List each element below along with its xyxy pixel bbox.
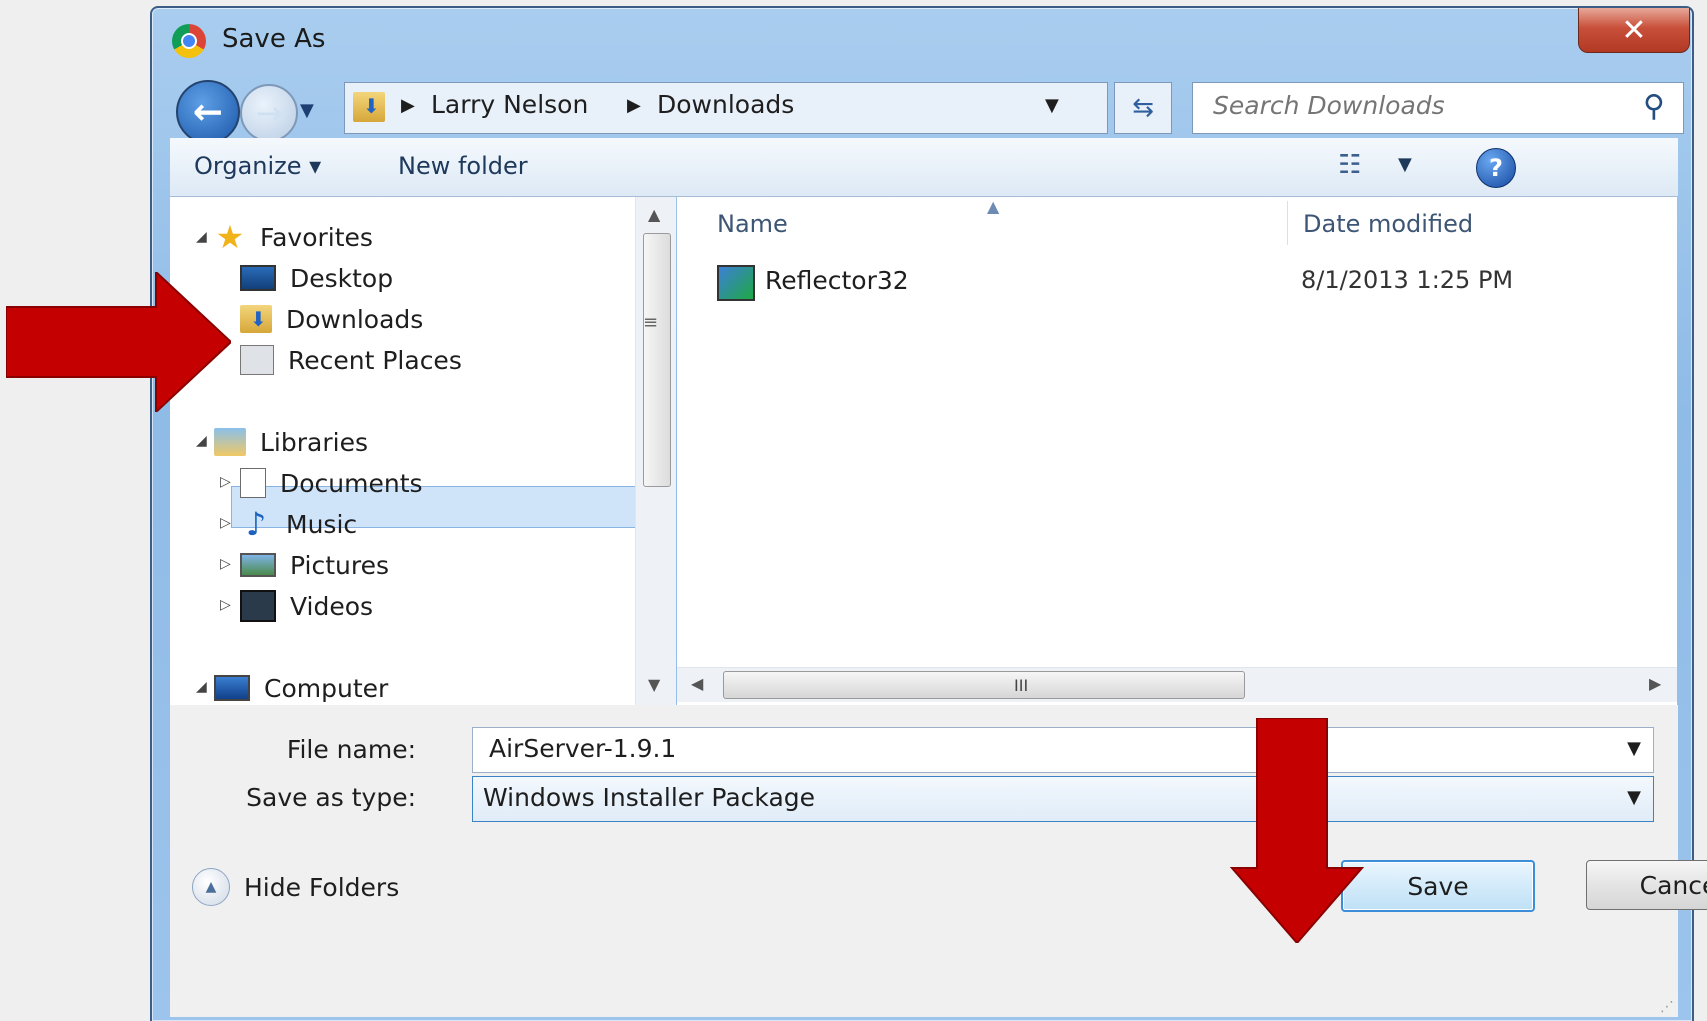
annotation-arrow-right-icon bbox=[6, 272, 231, 412]
desktop-icon bbox=[240, 265, 276, 291]
scroll-grip-icon: III bbox=[1014, 676, 1029, 695]
recent-locations-dropdown[interactable]: ▼ bbox=[300, 100, 314, 121]
sidebar-item-computer[interactable]: Computer bbox=[214, 668, 388, 708]
downloads-folder-icon bbox=[353, 92, 385, 122]
sidebar-item-libraries[interactable]: Libraries bbox=[214, 422, 368, 462]
resize-grip-icon[interactable]: ⋰ bbox=[1660, 999, 1674, 1015]
file-list-pane: ▲ Name Date modified Reflector32 8/1/201… bbox=[677, 197, 1677, 705]
navigation-pane-scrollbar[interactable]: ▲ ≡ ▼ bbox=[635, 197, 676, 705]
scroll-left-arrow-icon[interactable]: ◀ bbox=[691, 674, 703, 693]
window-title: Save As bbox=[222, 24, 326, 54]
refresh-button[interactable]: ⇆ bbox=[1114, 82, 1172, 134]
address-dropdown-icon[interactable]: ▼ bbox=[1045, 95, 1059, 116]
breadcrumb-separator[interactable]: ▶ bbox=[627, 95, 641, 116]
collapse-chevron-icon: ▲ bbox=[192, 868, 230, 906]
file-name-combobox[interactable]: ▼ bbox=[472, 727, 1654, 773]
forward-button[interactable]: → bbox=[240, 84, 298, 142]
help-button[interactable]: ? bbox=[1476, 148, 1516, 188]
save-as-type-dropdown-icon[interactable]: ▼ bbox=[1627, 787, 1641, 808]
sidebar-item-label: Pictures bbox=[290, 550, 389, 580]
star-icon: ★ bbox=[215, 218, 245, 256]
sidebar-item-videos[interactable]: Videos bbox=[240, 586, 373, 626]
view-options-icon[interactable]: ☷ bbox=[1338, 150, 1361, 180]
save-as-type-select[interactable]: Windows Installer Package ▼ bbox=[472, 776, 1654, 822]
documents-expand-toggle[interactable]: ▷ bbox=[220, 474, 231, 490]
sidebar-item-recent-places[interactable]: Recent Places bbox=[240, 340, 462, 380]
organize-button[interactable]: Organize ▾ bbox=[194, 152, 321, 180]
breadcrumb-downloads[interactable]: Downloads bbox=[657, 90, 794, 119]
search-box[interactable]: ⚲ bbox=[1192, 82, 1684, 134]
music-expand-toggle[interactable]: ▷ bbox=[220, 515, 231, 531]
sidebar-item-label: Downloads bbox=[286, 304, 424, 334]
downloads-folder-icon bbox=[240, 305, 272, 333]
title-bar: Save As ✕ bbox=[152, 8, 1692, 76]
close-button[interactable]: ✕ bbox=[1578, 8, 1690, 53]
navigation-pane: ◢ ★ Favorites Desktop Downloads Recent P… bbox=[170, 197, 653, 708]
sidebar-item-label: Computer bbox=[264, 673, 389, 703]
file-name: Reflector32 bbox=[765, 266, 909, 295]
scroll-right-arrow-icon[interactable]: ▶ bbox=[1649, 674, 1661, 693]
save-as-type-label: Save as type: bbox=[246, 783, 416, 812]
file-name-input[interactable] bbox=[487, 733, 1541, 764]
save-as-type-value: Windows Installer Package bbox=[483, 783, 816, 812]
videos-expand-toggle[interactable]: ▷ bbox=[220, 597, 231, 613]
music-note-icon: ♪ bbox=[245, 505, 267, 543]
pictures-icon bbox=[240, 553, 276, 577]
sidebar-item-music[interactable]: ♪ Music bbox=[240, 504, 357, 544]
breadcrumb-separator[interactable]: ▶ bbox=[401, 95, 415, 116]
file-name-dropdown-icon[interactable]: ▼ bbox=[1627, 738, 1641, 759]
scroll-grip-icon: ≡ bbox=[643, 312, 659, 333]
column-header-date-modified[interactable]: Date modified bbox=[1303, 210, 1473, 238]
hide-folders-label: Hide Folders bbox=[244, 872, 400, 902]
address-bar[interactable]: ▶ Larry Nelson ▶ Downloads ▼ bbox=[344, 82, 1108, 134]
save-as-dialog: Save As ✕ ← → ▼ ▶ Larry Nelson ▶ Downloa… bbox=[150, 6, 1707, 1021]
libraries-expand-toggle[interactable]: ◢ bbox=[196, 433, 207, 449]
breadcrumb-larry-nelson[interactable]: Larry Nelson bbox=[431, 90, 588, 119]
sidebar-item-desktop[interactable]: Desktop bbox=[240, 258, 393, 298]
back-button[interactable]: ← bbox=[176, 80, 240, 144]
sidebar-item-favorites[interactable]: ★ Favorites bbox=[214, 217, 373, 257]
installer-file-icon bbox=[717, 265, 755, 301]
search-input[interactable] bbox=[1211, 90, 1615, 121]
pictures-expand-toggle[interactable]: ▷ bbox=[220, 556, 231, 572]
horizontal-scroll-thumb[interactable]: III bbox=[723, 671, 1245, 699]
sidebar-item-pictures[interactable]: Pictures bbox=[240, 545, 389, 585]
sidebar-item-label: Music bbox=[286, 509, 358, 539]
scroll-thumb[interactable] bbox=[643, 233, 671, 487]
search-icon[interactable]: ⚲ bbox=[1643, 89, 1665, 124]
annotation-arrow-down-icon bbox=[1229, 718, 1365, 943]
computer-expand-toggle[interactable]: ◢ bbox=[196, 679, 207, 695]
sidebar-item-label: Documents bbox=[280, 468, 423, 498]
sort-ascending-icon: ▲ bbox=[987, 197, 1000, 216]
libraries-icon bbox=[214, 428, 246, 456]
column-header-name[interactable]: Name bbox=[717, 210, 788, 238]
hide-folders-button[interactable]: ▲ Hide Folders bbox=[192, 865, 399, 909]
sidebar-item-downloads[interactable]: Downloads bbox=[240, 299, 423, 339]
cancel-button[interactable]: Cancel bbox=[1586, 860, 1707, 910]
save-options-panel: File name: ▼ Save as type: Windows Insta… bbox=[170, 705, 1707, 1017]
sidebar-item-label: Favorites bbox=[260, 222, 373, 252]
chrome-app-icon bbox=[172, 24, 206, 58]
file-name-label: File name: bbox=[286, 735, 416, 764]
sidebar-item-label: Recent Places bbox=[288, 345, 462, 375]
sidebar-item-label: Libraries bbox=[260, 427, 368, 457]
file-date-modified: 8/1/2013 1:25 PM bbox=[1301, 266, 1514, 294]
column-divider[interactable] bbox=[1287, 201, 1288, 245]
file-row[interactable]: Reflector32 8/1/2013 1:25 PM bbox=[717, 263, 1667, 303]
sidebar-item-label: Desktop bbox=[290, 263, 394, 293]
horizontal-scrollbar[interactable]: ◀ III ▶ bbox=[677, 667, 1677, 702]
computer-icon bbox=[214, 675, 250, 701]
recent-places-icon bbox=[240, 345, 274, 375]
scroll-up-arrow-icon[interactable]: ▲ bbox=[648, 205, 660, 224]
sidebar-item-documents[interactable]: Documents bbox=[240, 463, 423, 503]
videos-icon bbox=[240, 590, 276, 622]
command-toolbar: Organize ▾ New folder ☷ ▼ ? bbox=[170, 138, 1678, 197]
sidebar-item-label: Videos bbox=[290, 591, 374, 621]
documents-icon bbox=[240, 468, 266, 498]
view-dropdown-icon[interactable]: ▼ bbox=[1398, 154, 1412, 175]
scroll-down-arrow-icon[interactable]: ▼ bbox=[648, 675, 660, 694]
favorites-expand-toggle[interactable]: ◢ bbox=[196, 229, 207, 245]
new-folder-button[interactable]: New folder bbox=[398, 152, 528, 180]
